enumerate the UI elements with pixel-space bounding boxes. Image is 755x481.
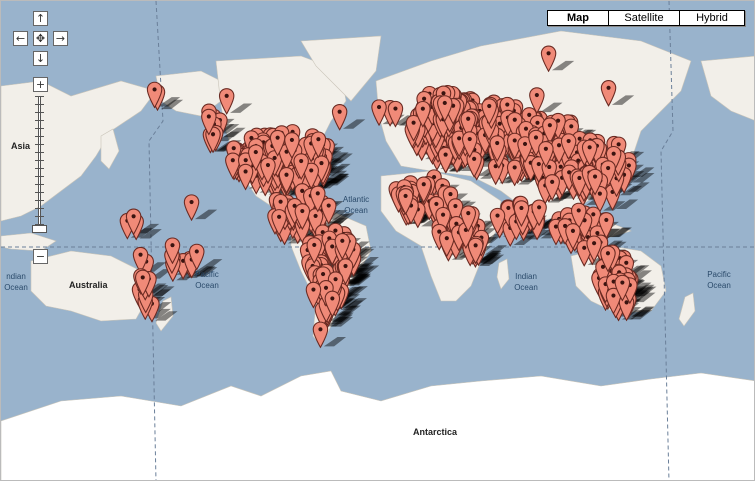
antarctica-ice bbox=[1, 370, 754, 480]
label-pacific-west: Pacific Ocean bbox=[195, 270, 219, 290]
marker-shadow bbox=[342, 119, 366, 129]
zoom-out-button[interactable]: − bbox=[33, 249, 48, 264]
zoom-tick bbox=[35, 160, 44, 161]
zoom-tick bbox=[35, 176, 44, 177]
map-type-hybrid-button[interactable]: Hybrid bbox=[679, 10, 745, 26]
marker-shadow bbox=[323, 336, 347, 347]
map-canvas[interactable]: Asia ndian Ocean Australia Pacific Ocean… bbox=[0, 0, 755, 481]
world-map bbox=[1, 1, 754, 480]
pan-left-button[interactable]: ← bbox=[13, 31, 28, 46]
label-atlantic: Atlantic Ocean bbox=[342, 195, 370, 215]
zoom-tick bbox=[35, 112, 44, 113]
pan-up-button[interactable]: ↑ bbox=[33, 11, 48, 26]
zoom-bar bbox=[38, 96, 41, 232]
zoom-tick bbox=[35, 184, 44, 185]
map-pin-icon[interactable] bbox=[183, 194, 200, 221]
map-type-satellite-button[interactable]: Satellite bbox=[608, 10, 680, 26]
zoom-tick bbox=[35, 208, 44, 209]
zoom-in-button[interactable]: + bbox=[33, 77, 48, 92]
zoom-tick bbox=[35, 104, 44, 105]
label-asia: Asia bbox=[11, 141, 31, 151]
zoom-tick bbox=[35, 136, 44, 137]
marker-shadow bbox=[194, 209, 218, 220]
zoom-tick bbox=[35, 128, 44, 129]
zoom-slider-handle[interactable] bbox=[32, 225, 47, 233]
label-antarctica: Antarctica bbox=[413, 427, 458, 437]
map-type-map-button[interactable]: Map bbox=[547, 10, 609, 26]
zoom-tick bbox=[35, 120, 44, 121]
label-pacific-east: Pacific Ocean bbox=[707, 270, 731, 290]
label-australia: Australia bbox=[69, 280, 108, 290]
map-type-control: Map Satellite Hybrid bbox=[547, 10, 745, 26]
zoom-slider-track[interactable] bbox=[31, 96, 48, 232]
zoom-tick bbox=[35, 96, 44, 97]
map-pin-icon[interactable] bbox=[312, 321, 329, 348]
pan-down-button[interactable]: ↓ bbox=[33, 51, 48, 66]
pan-center-button[interactable]: ✥ bbox=[33, 31, 48, 46]
zoom-tick bbox=[35, 192, 44, 193]
zoom-tick bbox=[35, 144, 44, 145]
label-indian: Indian Ocean bbox=[514, 272, 538, 292]
label-indian-west: ndian Ocean bbox=[4, 272, 28, 292]
zoom-tick bbox=[35, 152, 44, 153]
zoom-tick bbox=[35, 168, 44, 169]
marker-shadow bbox=[200, 259, 223, 269]
zoom-tick bbox=[35, 216, 44, 217]
pan-right-button[interactable]: → bbox=[53, 31, 68, 46]
map-pin-icon[interactable] bbox=[331, 103, 348, 131]
zoom-tick bbox=[35, 200, 44, 201]
